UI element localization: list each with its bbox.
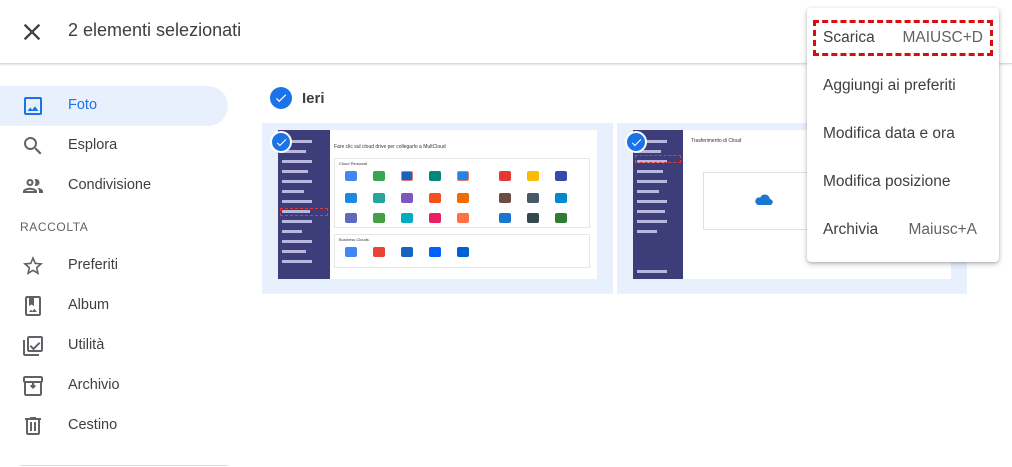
preview-sidebar: [278, 130, 330, 279]
menu-item-scarica[interactable]: Scarica MAIUSC+D: [807, 14, 999, 62]
date-group-header: Ieri: [270, 86, 325, 110]
sidebar-item-label: Condivisione: [68, 177, 152, 193]
preview-section-label: Cloud Personali: [339, 161, 368, 166]
utility-icon: [23, 336, 43, 356]
preview-heading: Fare clic sul cloud drive per collegarlo…: [334, 144, 446, 150]
selection-count-title: 2 elementi selezionati: [68, 20, 242, 40]
selected-checkbox[interactable]: [270, 131, 292, 153]
photo-thumbnail[interactable]: Fare clic sul cloud drive per collegarlo…: [262, 123, 613, 294]
preview-section-label: Business Clouds: [339, 237, 369, 242]
sidebar-item-archivio[interactable]: Archivio: [0, 366, 228, 406]
search-icon: [24, 137, 42, 155]
preview-heading: Trasferimento di Cloud: [691, 138, 742, 144]
album-icon: [25, 296, 41, 316]
menu-item-label: Modifica data e ora: [823, 125, 955, 142]
sidebar-item-album[interactable]: Album: [0, 286, 228, 326]
selected-checkbox[interactable]: [625, 131, 647, 153]
photo-icon: [24, 97, 42, 115]
cloud-icon: [755, 194, 773, 205]
check-icon: [631, 138, 641, 146]
sidebar-item-esplora[interactable]: Esplora: [0, 126, 228, 166]
screenshot-preview: Fare clic sul cloud drive per collegarlo…: [278, 130, 597, 279]
close-button[interactable]: [18, 18, 46, 46]
menu-item-shortcut: MAIUSC+D: [902, 29, 983, 46]
menu-item-modifica-data[interactable]: Modifica data e ora: [807, 110, 999, 158]
collection-list: Preferiti Album Utilità Archivio Cestino: [0, 246, 240, 446]
preview-cloud-box: [703, 172, 823, 230]
sidebar-item-label: Cestino: [68, 417, 118, 433]
people-icon: [23, 179, 43, 193]
sidebar: Foto Esplora Condivisione: [0, 86, 240, 206]
sidebar-item-label: Archivio: [68, 377, 120, 393]
menu-item-aggiungi-preferiti[interactable]: Aggiungi ai preferiti: [807, 62, 999, 110]
menu-item-modifica-posizione[interactable]: Modifica posizione: [807, 158, 999, 206]
date-group-label: Ieri: [302, 89, 325, 107]
preview-panel-business: Business Clouds: [334, 234, 590, 268]
menu-item-label: Scarica: [823, 29, 875, 46]
preview-sidebar: [633, 130, 683, 279]
section-label-raccolta: RACCOLTA: [20, 220, 89, 234]
menu-item-label: Aggiungi ai preferiti: [823, 77, 956, 94]
sidebar-item-foto[interactable]: Foto: [0, 86, 228, 126]
menu-item-label: Archivia: [823, 221, 879, 238]
sidebar-item-label: Utilità: [68, 337, 105, 353]
sidebar-item-label: Preferiti: [68, 257, 118, 273]
check-icon: [276, 138, 286, 146]
sidebar-item-label: Foto: [68, 97, 98, 113]
sidebar-item-cestino[interactable]: Cestino: [0, 406, 228, 446]
menu-item-archivia[interactable]: Archivia Maiusc+A: [807, 206, 999, 254]
preview-panel-personal: Cloud Personali: [334, 158, 590, 228]
close-icon: [23, 23, 41, 41]
sidebar-item-condivisione[interactable]: Condivisione: [0, 166, 228, 206]
sidebar-item-label: Album: [68, 297, 110, 313]
trash-icon: [25, 417, 41, 435]
menu-item-label: Modifica posizione: [823, 173, 951, 190]
sidebar-item-label: Esplora: [68, 137, 118, 153]
check-icon: [275, 94, 287, 103]
actions-menu: Scarica MAIUSC+D Aggiungi ai preferiti M…: [807, 8, 999, 262]
sidebar-divider: [20, 465, 228, 466]
archive-icon: [23, 376, 43, 396]
sidebar-item-preferiti[interactable]: Preferiti: [0, 246, 228, 286]
select-group-checkbox[interactable]: [270, 87, 292, 109]
menu-item-shortcut: Maiusc+A: [908, 221, 978, 238]
star-icon: [23, 256, 43, 275]
sidebar-item-utilita[interactable]: Utilità: [0, 326, 228, 366]
